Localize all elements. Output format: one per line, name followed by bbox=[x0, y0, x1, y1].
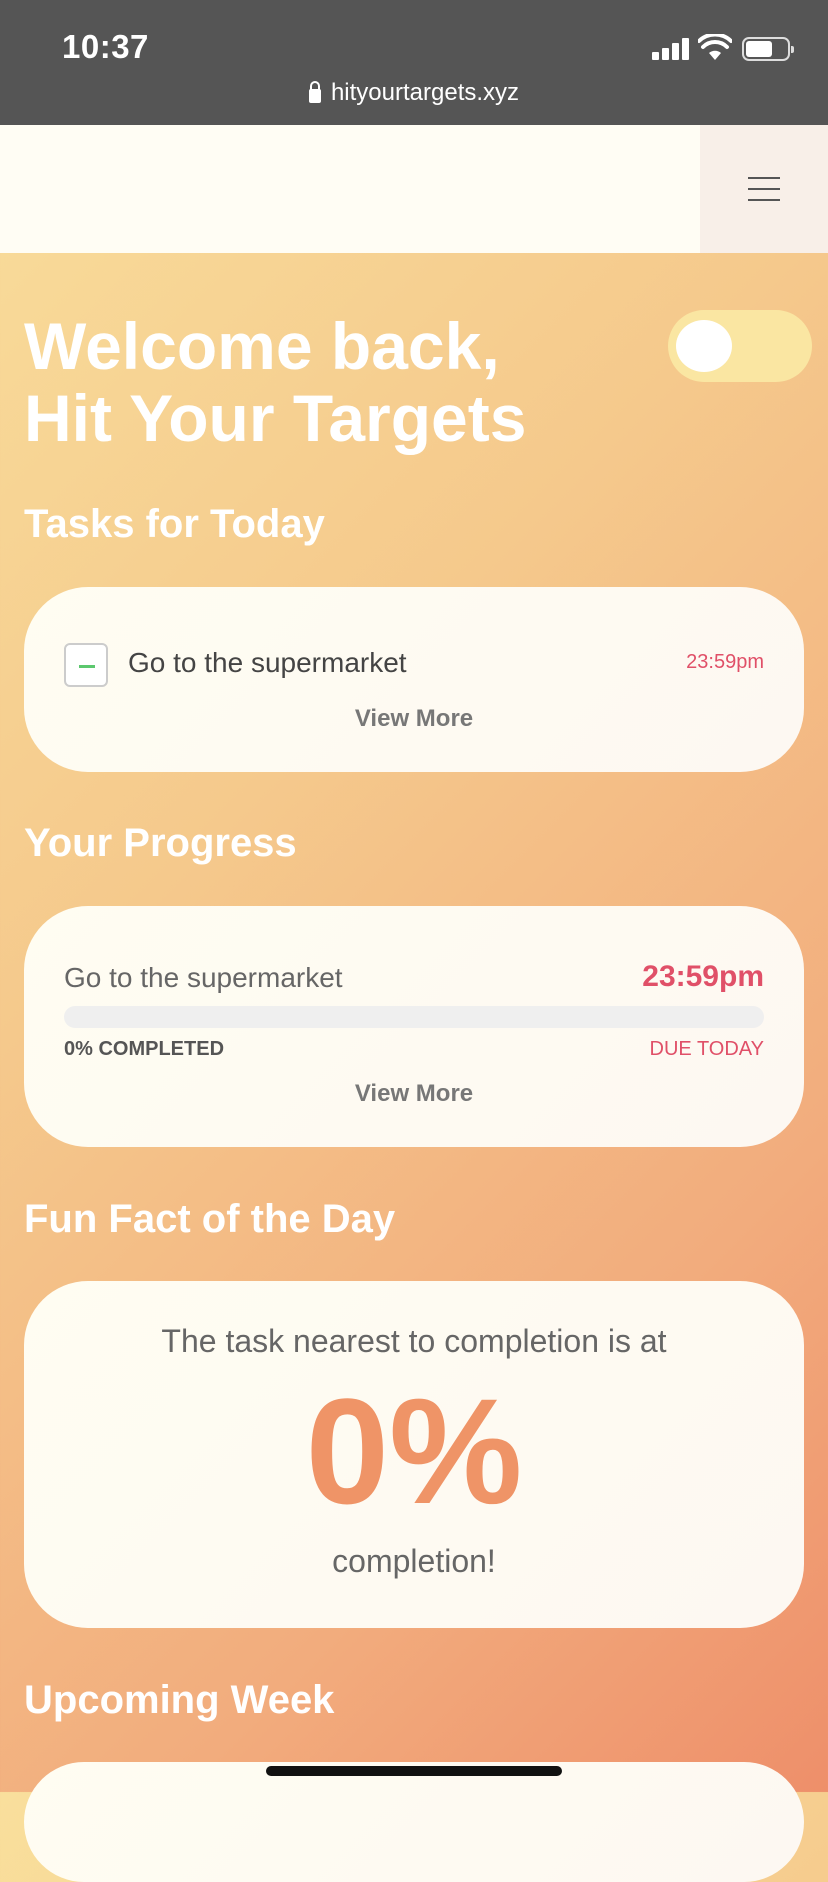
wifi-icon bbox=[698, 34, 732, 60]
progress-due-label: DUE TODAY bbox=[649, 1038, 764, 1060]
menu-line bbox=[748, 188, 780, 190]
fun-fact-outro: completion! bbox=[332, 1543, 496, 1579]
progress-completed-label: 0% COMPLETED bbox=[64, 1038, 225, 1060]
fun-fact-value: 0% bbox=[305, 1367, 523, 1535]
upcoming-section-title: Upcoming Week bbox=[24, 1678, 335, 1722]
task-name: Go to the supermarket bbox=[128, 647, 407, 678]
theme-toggle[interactable] bbox=[668, 310, 812, 382]
fun-fact-intro: The task nearest to completion is at bbox=[161, 1323, 667, 1359]
task-checkbox[interactable] bbox=[64, 643, 108, 687]
fun-fact-section-title: Fun Fact of the Day bbox=[24, 1197, 396, 1241]
address-bar[interactable]: hityourtargets.xyz bbox=[0, 79, 828, 107]
tasks-view-more-link[interactable]: View More bbox=[24, 705, 804, 733]
task-due-time: 23:59pm bbox=[686, 651, 764, 673]
progress-card: Go to the supermarket 23:59pm 0% COMPLET… bbox=[24, 906, 804, 1147]
progress-task-name: Go to the supermarket bbox=[64, 962, 343, 993]
url-text: hityourtargets.xyz bbox=[330, 79, 520, 106]
home-indicator bbox=[266, 1766, 562, 1776]
task-item: Go to the supermarket 23:59pm bbox=[64, 643, 764, 691]
progress-bar bbox=[64, 1006, 764, 1028]
site-header bbox=[0, 125, 828, 253]
tasks-section-title: Tasks for Today bbox=[24, 502, 325, 546]
progress-due-time: 23:59pm bbox=[642, 960, 764, 993]
signal-icon bbox=[652, 38, 690, 60]
status-bar: 10:37 hityourtargets.xyz bbox=[0, 0, 828, 125]
menu-line bbox=[748, 177, 780, 179]
upcoming-card bbox=[24, 1762, 804, 1882]
progress-view-more-link[interactable]: View More bbox=[24, 1080, 804, 1108]
welcome-title: Welcome back, Hit Your Targets bbox=[24, 309, 527, 455]
lock-icon bbox=[308, 81, 321, 103]
menu-line bbox=[748, 199, 780, 201]
fun-fact-card: The task nearest to completion is at 0% … bbox=[24, 1281, 804, 1628]
battery-icon bbox=[742, 37, 794, 61]
status-time: 10:37 bbox=[62, 28, 149, 65]
progress-section-title: Your Progress bbox=[24, 821, 297, 865]
hamburger-menu-button[interactable] bbox=[700, 125, 828, 253]
toggle-knob[interactable] bbox=[676, 320, 732, 372]
tasks-card: Go to the supermarket 23:59pm View More bbox=[24, 587, 804, 772]
